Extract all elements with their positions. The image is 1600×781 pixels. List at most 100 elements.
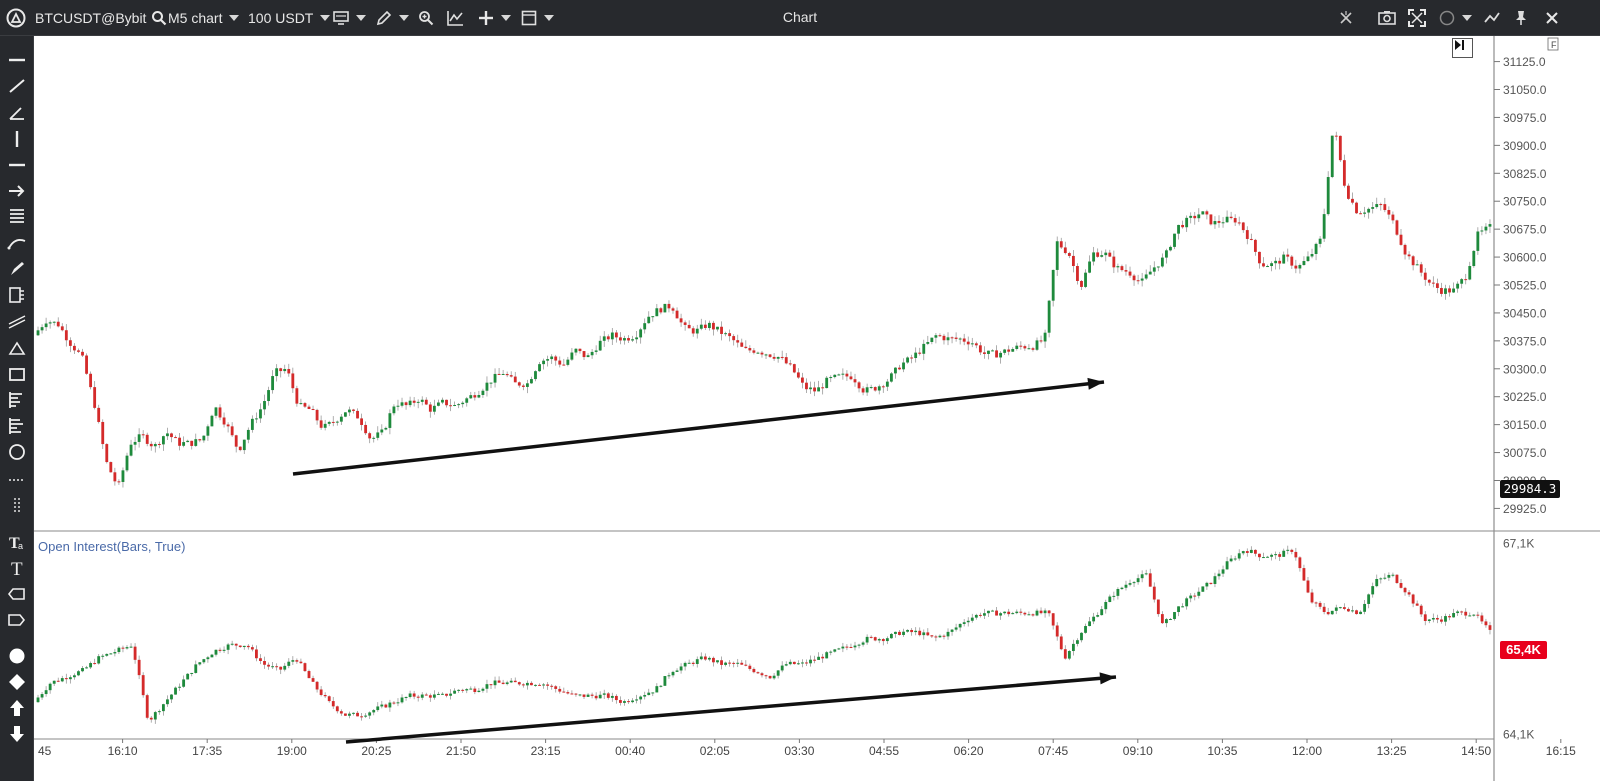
oi-candle — [817, 656, 821, 660]
price-candle — [1063, 247, 1067, 254]
ruler-icon[interactable] — [5, 285, 29, 305]
diamond-icon[interactable] — [5, 672, 29, 692]
chart-area[interactable]: 31125.0 31050.0 30975.0 30900.0 30825.0 30750… — [34, 36, 1600, 781]
angle-icon[interactable] — [5, 103, 29, 123]
oi-candle — [796, 663, 800, 665]
oi-candle — [307, 671, 311, 679]
price-candle — [1221, 222, 1225, 224]
indicators-button[interactable] — [447, 0, 464, 35]
tag-icon[interactable] — [5, 610, 29, 630]
channel-icon[interactable] — [5, 312, 29, 332]
triangle-icon[interactable] — [5, 338, 29, 358]
oi-candle — [56, 680, 60, 682]
oi-candle — [1452, 613, 1455, 618]
price-candle — [348, 409, 351, 413]
symbol-selector[interactable]: BTCUSDT@Bybit — [35, 0, 167, 35]
oi-candle — [113, 652, 117, 654]
oi-candle — [1342, 607, 1346, 609]
oi-candle — [683, 662, 687, 667]
trend-line-icon[interactable] — [5, 76, 29, 96]
oi-candle — [348, 713, 351, 716]
price-tick-label: 30300.0 — [1503, 362, 1547, 376]
price-candle — [465, 398, 469, 403]
link-button[interactable] — [1483, 0, 1501, 35]
oi-candle — [352, 712, 355, 714]
price-candle — [81, 351, 84, 356]
circle-outline-icon — [1439, 10, 1455, 25]
price-candle — [894, 367, 897, 374]
app-logo-icon[interactable] — [6, 0, 26, 35]
price-candle — [1108, 252, 1112, 257]
price-candle — [133, 441, 137, 445]
price-candle — [93, 387, 97, 408]
fullscreen-button[interactable] — [1407, 0, 1427, 35]
price-candle — [1023, 346, 1027, 349]
price-candle — [849, 376, 853, 380]
price-candle — [699, 324, 703, 329]
price-candle — [966, 341, 970, 345]
label-icon[interactable] — [5, 584, 29, 604]
price-candle — [987, 350, 990, 354]
layout-button[interactable] — [521, 0, 554, 35]
oi-candle — [659, 685, 663, 687]
oi-candle — [1233, 558, 1237, 560]
oi-candle — [1290, 549, 1294, 552]
draw-tool-button[interactable] — [376, 0, 409, 35]
oi-candle — [97, 656, 101, 664]
ray-icon[interactable] — [5, 155, 29, 175]
zoom-button[interactable] — [418, 0, 434, 35]
oi-candle — [1302, 568, 1306, 581]
horizontal-line-icon[interactable] — [5, 50, 29, 70]
oi-candle — [1229, 558, 1233, 562]
price-candle — [671, 308, 675, 311]
price-candle — [129, 444, 133, 456]
dot-icon[interactable] — [5, 646, 29, 666]
arrow-up-icon[interactable] — [5, 698, 29, 718]
oi-candle — [453, 690, 457, 694]
oi-candle — [343, 713, 347, 716]
price-candle — [85, 355, 88, 374]
dotted-line-icon[interactable] — [5, 470, 29, 490]
corner-label: F — [1551, 40, 1557, 50]
volume-dropdown[interactable]: 100 USDT — [248, 0, 331, 35]
add-button[interactable] — [478, 0, 511, 35]
text-icon[interactable]: T — [5, 558, 29, 578]
arrow-icon[interactable] — [5, 181, 29, 201]
time-label: 16:15 — [1546, 744, 1576, 758]
vertical-line-icon[interactable] — [5, 129, 29, 149]
fib-icon[interactable] — [5, 207, 29, 227]
price-candle — [157, 443, 161, 445]
oi-candle — [1217, 573, 1221, 577]
price-candle — [1460, 279, 1464, 284]
oi-candle — [554, 686, 558, 689]
scroll-to-end-button[interactable] — [1452, 38, 1473, 58]
price-candle — [707, 322, 711, 329]
fib-fan-icon[interactable] — [5, 390, 29, 410]
chart-type-button[interactable] — [333, 0, 366, 35]
chart-canvas[interactable]: 31125.0 31050.0 30975.0 30900.0 30825.0 30750… — [34, 36, 1600, 781]
screenshot-button[interactable] — [1378, 0, 1396, 35]
volume-profile-icon[interactable] — [5, 416, 29, 436]
arrow-down-icon[interactable] — [5, 724, 29, 744]
price-candle — [546, 359, 550, 361]
price-candle — [178, 437, 181, 446]
timeframe-dropdown[interactable]: M5 chart — [168, 0, 240, 35]
oi-candle — [133, 646, 137, 660]
circle-icon[interactable] — [5, 442, 29, 462]
price-candle — [1237, 222, 1241, 224]
close-button[interactable] — [1545, 0, 1559, 35]
crosshair-button[interactable] — [1338, 0, 1354, 35]
pin-button[interactable] — [1514, 0, 1528, 35]
price-candle — [1278, 260, 1282, 264]
oi-candle — [1181, 606, 1185, 608]
dotted-vertical-icon[interactable] — [5, 496, 29, 516]
text-format-icon[interactable]: Ta — [5, 532, 29, 552]
color-dropdown[interactable] — [1439, 0, 1472, 35]
curve-icon[interactable] — [5, 233, 29, 253]
rectangle-icon[interactable] — [5, 364, 29, 384]
brush-icon[interactable] — [5, 259, 29, 279]
price-candle — [732, 336, 736, 341]
price-candle — [821, 387, 825, 389]
price-candle — [1059, 241, 1063, 248]
price-candle — [1302, 261, 1306, 266]
